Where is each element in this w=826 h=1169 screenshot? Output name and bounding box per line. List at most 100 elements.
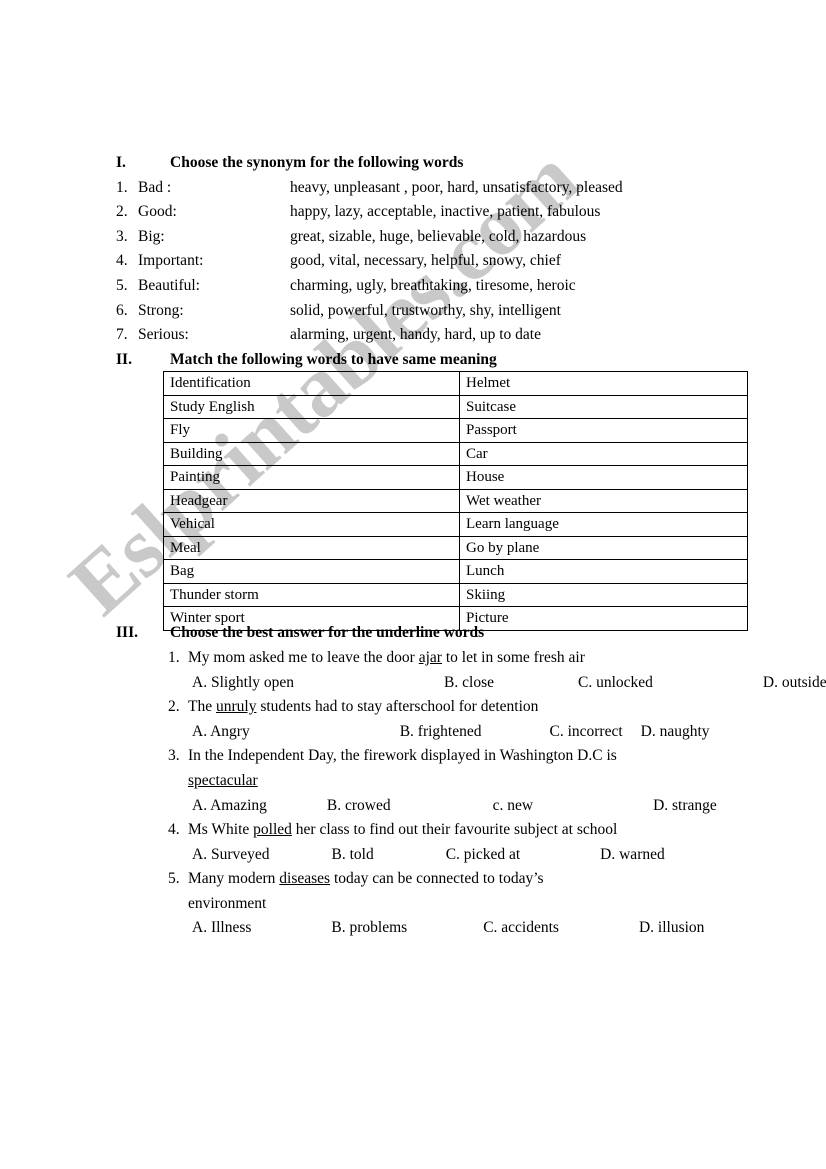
question-item: 2. The unruly students had to stay afters… bbox=[0, 695, 826, 720]
answer-option[interactable]: B. problems bbox=[331, 916, 407, 941]
answer-options-row: A. Angry B. frightened C. incorrect D. naug… bbox=[0, 720, 826, 745]
top-margin-spacer bbox=[0, 0, 826, 151]
synonym-row-number: 2. bbox=[116, 203, 128, 221]
section-2-title: Match the following words to have same m… bbox=[170, 350, 497, 368]
table-space bbox=[0, 372, 826, 621]
synonym-row-number: 3. bbox=[116, 227, 128, 245]
answer-option[interactable]: C. incorrect bbox=[550, 720, 623, 745]
section-1-list: 1. Bad : heavy, unpleasant , poor, hard, u… bbox=[0, 176, 826, 348]
synonym-row: 1. Bad : heavy, unpleasant , poor, hard, u… bbox=[0, 176, 826, 201]
question-item: 1. My mom asked me to leave the door ajar… bbox=[0, 646, 826, 671]
synonym-row-options: heavy, unpleasant , poor, hard, unsatisf… bbox=[290, 178, 623, 196]
question-text-post: to let in some fresh air bbox=[441, 648, 585, 666]
synonym-row-number: 6. bbox=[116, 301, 128, 319]
question-text: Ms White polled her class to find out th… bbox=[188, 818, 617, 843]
synonym-row-number: 5. bbox=[116, 276, 128, 294]
answer-option[interactable]: C. unlocked bbox=[578, 671, 653, 696]
question-text: In the Independent Day, the firework dis… bbox=[188, 744, 617, 769]
section-3-numeral: III. bbox=[116, 624, 138, 642]
answer-options-row: A. Surveyed B. told C. picked at D. warned bbox=[0, 843, 826, 868]
answer-option[interactable]: A. Angry bbox=[192, 720, 250, 745]
question-number: 3. bbox=[168, 747, 180, 765]
answer-option[interactable]: D. naughty bbox=[641, 720, 710, 745]
answer-option[interactable]: D. strange bbox=[653, 794, 717, 819]
question-text-pre: My mom asked me to leave the door bbox=[188, 648, 419, 666]
synonym-row-word: Bad : bbox=[138, 178, 172, 196]
synonym-row-options: good, vital, necessary, helpful, snowy, … bbox=[290, 252, 561, 270]
question-text: My mom asked me to leave the door ajar t… bbox=[188, 646, 585, 671]
section-3-heading: III. Choose the best answer for the unde… bbox=[0, 621, 826, 646]
answer-option[interactable]: D. outside bbox=[763, 671, 826, 696]
question-text-pre: Many modern bbox=[188, 870, 280, 888]
underlined-keyword: diseases bbox=[279, 870, 331, 888]
section-1-title: Choose the synonym for the following wor… bbox=[170, 154, 464, 171]
question-number: 5. bbox=[168, 870, 180, 888]
answer-option[interactable]: c. new bbox=[493, 794, 533, 819]
answer-option[interactable]: D. illusion bbox=[639, 916, 704, 941]
question-continuation: spectacular bbox=[0, 769, 826, 794]
answer-options-row: A. Slightly open B. close C. unlocked D. ou… bbox=[0, 671, 826, 696]
document-content: I. Choose the synonym for the following … bbox=[0, 0, 826, 941]
synonym-row-word: Important: bbox=[138, 252, 204, 270]
answer-option[interactable]: B. frightened bbox=[400, 720, 482, 745]
question-continuation: environment bbox=[0, 892, 826, 917]
synonym-row-word: Big: bbox=[138, 227, 165, 245]
question-text-post: students had to stay afterschool for det… bbox=[256, 698, 539, 716]
section-2-heading: II. Match the following words to have sa… bbox=[0, 348, 826, 373]
synonym-row: 3. Big: great, sizable, huge, believable, … bbox=[0, 225, 826, 250]
synonym-row-word: Beautiful: bbox=[138, 276, 200, 294]
question-item: 3. In the Independent Day, the firework d… bbox=[0, 744, 826, 769]
section-2-numeral: II. bbox=[116, 350, 132, 368]
underlined-keyword: polled bbox=[253, 821, 292, 839]
question-text-post: her class to find out their favourite su… bbox=[291, 821, 618, 839]
question-item: 4. Ms White polled her class to find out … bbox=[0, 818, 826, 843]
synonym-row-word: Serious: bbox=[138, 326, 189, 344]
synonym-row-word: Strong: bbox=[138, 301, 184, 319]
worksheet-page: Eslprintables.com I. Choose the synonym … bbox=[0, 0, 826, 1169]
question-text-pre: Ms White bbox=[188, 821, 254, 839]
question-number: 4. bbox=[168, 821, 180, 839]
synonym-row-number: 1. bbox=[116, 178, 128, 196]
answer-option[interactable]: A. Illness bbox=[192, 916, 251, 941]
question-text-pre: In the Independent Day, the firework dis… bbox=[188, 747, 617, 765]
underlined-keyword: spectacular bbox=[188, 771, 258, 789]
section-3-title: Choose the best answer for the underline… bbox=[170, 624, 485, 642]
section-1-heading: I. Choose the synonym for the following … bbox=[0, 151, 826, 176]
answer-option[interactable]: A. Surveyed bbox=[192, 843, 270, 868]
underlined-keyword: ajar bbox=[418, 648, 442, 666]
answer-option[interactable]: A. Amazing bbox=[192, 794, 267, 819]
answer-option[interactable]: B. told bbox=[332, 843, 374, 868]
synonym-row-options: charming, ugly, breathtaking, tiresome, … bbox=[290, 276, 576, 294]
answer-option[interactable]: A. Slightly open bbox=[192, 671, 294, 696]
answer-option[interactable]: B. close bbox=[444, 671, 494, 696]
question-text: The unruly students had to stay aftersch… bbox=[188, 695, 538, 720]
answer-option[interactable]: C. accidents bbox=[483, 916, 559, 941]
question-number: 2. bbox=[168, 698, 180, 716]
section-3-list: 1. My mom asked me to leave the door ajar… bbox=[0, 646, 826, 941]
question-text-pre: The bbox=[188, 698, 216, 716]
synonym-row-number: 7. bbox=[116, 326, 128, 344]
synonym-row: 7. Serious: alarming, urgent, handy, hard,… bbox=[0, 323, 826, 348]
question-text-post: today can be connected to today’s bbox=[330, 870, 544, 888]
synonym-row: 2. Good: happy, lazy, acceptable, inactive… bbox=[0, 200, 826, 225]
synonym-row-options: great, sizable, huge, believable, cold, … bbox=[290, 227, 587, 245]
question-item: 5. Many modern diseases today can be conn… bbox=[0, 867, 826, 892]
question-text: Many modern diseases today can be connec… bbox=[188, 867, 544, 892]
answer-option[interactable]: B. crowed bbox=[327, 794, 391, 819]
question-number: 1. bbox=[168, 648, 180, 666]
synonym-row-options: solid, powerful, trustworthy, shy, intel… bbox=[290, 301, 561, 319]
answer-options-row: A. Illness B. problems C. accidents D. illu… bbox=[0, 916, 826, 941]
answer-option[interactable]: C. picked at bbox=[446, 843, 520, 868]
answer-options-row: A. Amazing B. crowed c. new D. strange bbox=[0, 794, 826, 819]
synonym-row-number: 4. bbox=[116, 252, 128, 270]
synonym-row: 6. Strong: solid, powerful, trustworthy, s… bbox=[0, 299, 826, 324]
synonym-row-word: Good: bbox=[138, 203, 177, 221]
answer-option[interactable]: D. warned bbox=[600, 843, 665, 868]
synonym-row-options: happy, lazy, acceptable, inactive, patie… bbox=[290, 203, 601, 221]
section-1-numeral: I. bbox=[116, 154, 126, 171]
synonym-row: 4. Important: good, vital, necessary, help… bbox=[0, 249, 826, 274]
synonym-row-options: alarming, urgent, handy, hard, up to dat… bbox=[290, 326, 541, 344]
synonym-row: 5. Beautiful: charming, ugly, breathtaking… bbox=[0, 274, 826, 299]
question-continuation-text: environment bbox=[188, 894, 267, 912]
underlined-keyword: unruly bbox=[215, 698, 257, 716]
